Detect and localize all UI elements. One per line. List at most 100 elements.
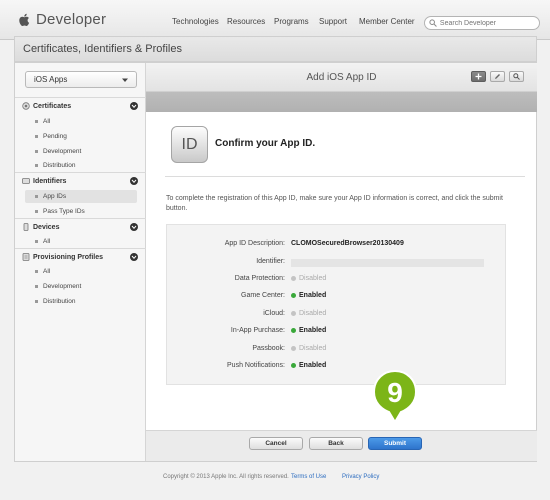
detail-value: CLOMOSecuredBrowser20130409 xyxy=(291,240,404,247)
sidebar-item-label: Development xyxy=(43,148,82,155)
plus-icon xyxy=(475,73,482,80)
status-text: Disabled xyxy=(299,310,327,317)
search-button[interactable] xyxy=(509,71,524,82)
collapse-icon[interactable] xyxy=(130,102,138,110)
search-icon xyxy=(429,19,437,27)
content-divider xyxy=(165,176,525,177)
bullet-icon xyxy=(35,300,38,303)
nav-member-center[interactable]: Member Center xyxy=(359,17,415,26)
step-marker: 9 xyxy=(371,369,419,424)
edit-button[interactable] xyxy=(490,71,505,82)
step-number: 9 xyxy=(387,377,403,408)
detail-label: Push Notifications: xyxy=(227,362,285,369)
collapse-icon[interactable] xyxy=(130,253,138,261)
detail-value: Disabled xyxy=(291,310,326,317)
sidebar-item-label: Distribution xyxy=(43,298,76,305)
id-card-icon xyxy=(22,178,30,184)
sidebar-group-label: Provisioning Profiles xyxy=(33,253,104,261)
status-dot-icon xyxy=(291,276,296,281)
sidebar-item-devices-all[interactable]: All xyxy=(35,238,50,245)
certificate-icon xyxy=(22,102,30,110)
sidebar-group-provisioning-profiles[interactable]: Provisioning Profiles xyxy=(22,253,103,261)
progress-band xyxy=(146,92,537,112)
detail-row-in-app-purchase: In-App Purchase: Enabled xyxy=(167,327,507,339)
sidebar-group-certificates[interactable]: Certificates xyxy=(22,102,71,110)
sidebar-item-label: All xyxy=(43,268,51,275)
platform-dropdown-label: iOS Apps xyxy=(34,75,68,84)
bullet-icon xyxy=(35,240,38,243)
brand[interactable]: Developer xyxy=(18,11,106,28)
search-input[interactable] xyxy=(439,19,539,27)
sidebar-item-label: All xyxy=(43,238,51,245)
nav-resources[interactable]: Resources xyxy=(227,17,265,26)
sidebar-item-app-ids[interactable]: App IDs xyxy=(35,193,66,200)
detail-value: Enabled xyxy=(291,362,326,369)
nav-technologies[interactable]: Technologies xyxy=(172,17,219,26)
confirm-heading: Confirm your App ID. xyxy=(215,138,316,149)
sidebar-item-certificates-development[interactable]: Development xyxy=(35,148,81,155)
app-id-icon-label: ID xyxy=(181,135,198,153)
chevron-down-icon xyxy=(122,78,128,82)
main-panel: iOS Apps Certificates All Pending Develo… xyxy=(14,62,537,462)
status-text: Enabled xyxy=(299,292,327,299)
bullet-icon xyxy=(35,210,38,213)
profile-icon xyxy=(22,253,30,261)
collapse-icon[interactable] xyxy=(130,223,138,231)
detail-row-game-center: Game Center: Enabled xyxy=(167,292,507,304)
sidebar-divider xyxy=(15,97,146,98)
detail-row-description: App ID Description: CLOMOSecuredBrowser2… xyxy=(167,240,507,252)
nav-support[interactable]: Support xyxy=(319,17,347,26)
sidebar-group-identifiers[interactable]: Identifiers xyxy=(22,177,66,185)
status-text: Enabled xyxy=(299,362,327,369)
detail-row-identifier: Identifier: xyxy=(167,258,507,270)
platform-dropdown[interactable]: iOS Apps xyxy=(25,71,137,88)
submit-button[interactable]: Submit xyxy=(368,437,422,450)
terms-link[interactable]: Terms of Use xyxy=(291,474,326,480)
privacy-link[interactable]: Privacy Policy xyxy=(342,474,379,480)
sidebar-item-certificates-pending[interactable]: Pending xyxy=(35,133,67,140)
bullet-icon xyxy=(35,285,38,288)
sidebar-item-label: Pending xyxy=(43,133,67,140)
status-dot-icon xyxy=(291,328,296,333)
nav-programs[interactable]: Programs xyxy=(274,17,309,26)
detail-label: Data Protection: xyxy=(234,275,285,282)
detail-label: iCloud: xyxy=(263,310,285,317)
sidebar-item-profiles-development[interactable]: Development xyxy=(35,283,81,290)
section-header: Certificates, Identifiers & Profiles xyxy=(14,36,537,62)
sidebar-item-profiles-all[interactable]: All xyxy=(35,268,50,275)
sidebar-item-profiles-distribution[interactable]: Distribution xyxy=(35,298,76,305)
top-navigation-bar: Developer Technologies Resources Program… xyxy=(0,0,550,40)
sidebar-item-pass-type-ids[interactable]: Pass Type IDs xyxy=(35,208,85,215)
intro-text: To complete the registration of this App… xyxy=(166,195,503,212)
sidebar-item-label: Distribution xyxy=(43,162,76,169)
detail-value: Disabled xyxy=(291,345,326,352)
sidebar-group-label: Devices xyxy=(33,223,60,231)
sidebar-divider xyxy=(15,218,146,219)
sidebar-item-label: Pass Type IDs xyxy=(43,208,85,215)
sidebar-item-certificates-distribution[interactable]: Distribution xyxy=(35,162,76,169)
app-id-details: App ID Description: CLOMOSecuredBrowser2… xyxy=(166,224,506,385)
collapse-icon[interactable] xyxy=(130,177,138,185)
back-button[interactable]: Back xyxy=(309,437,363,450)
detail-row-passbook: Passbook: Disabled xyxy=(167,345,507,357)
identifier-value-redacted xyxy=(291,259,484,267)
status-dot-icon xyxy=(291,293,296,298)
status-text: Disabled xyxy=(299,345,327,352)
device-icon xyxy=(23,223,29,231)
sidebar-item-label: Development xyxy=(43,283,82,290)
brand-name: Developer xyxy=(36,11,107,28)
status-dot-icon xyxy=(291,311,296,316)
search-box[interactable] xyxy=(424,16,540,30)
copyright-text: Copyright © 2013 Apple Inc. All rights r… xyxy=(163,474,289,480)
bullet-icon xyxy=(35,195,38,198)
content-header: Add iOS App ID xyxy=(146,63,537,92)
sidebar-item-certificates-all[interactable]: All xyxy=(35,118,50,125)
magnifier-icon xyxy=(513,73,520,80)
add-button[interactable] xyxy=(471,71,486,82)
sidebar-group-devices[interactable]: Devices xyxy=(22,223,59,231)
status-text: Disabled xyxy=(299,275,327,282)
bullet-icon xyxy=(35,270,38,273)
apple-logo-icon xyxy=(19,13,30,26)
detail-value: Enabled xyxy=(291,327,326,334)
cancel-button[interactable]: Cancel xyxy=(249,437,303,450)
